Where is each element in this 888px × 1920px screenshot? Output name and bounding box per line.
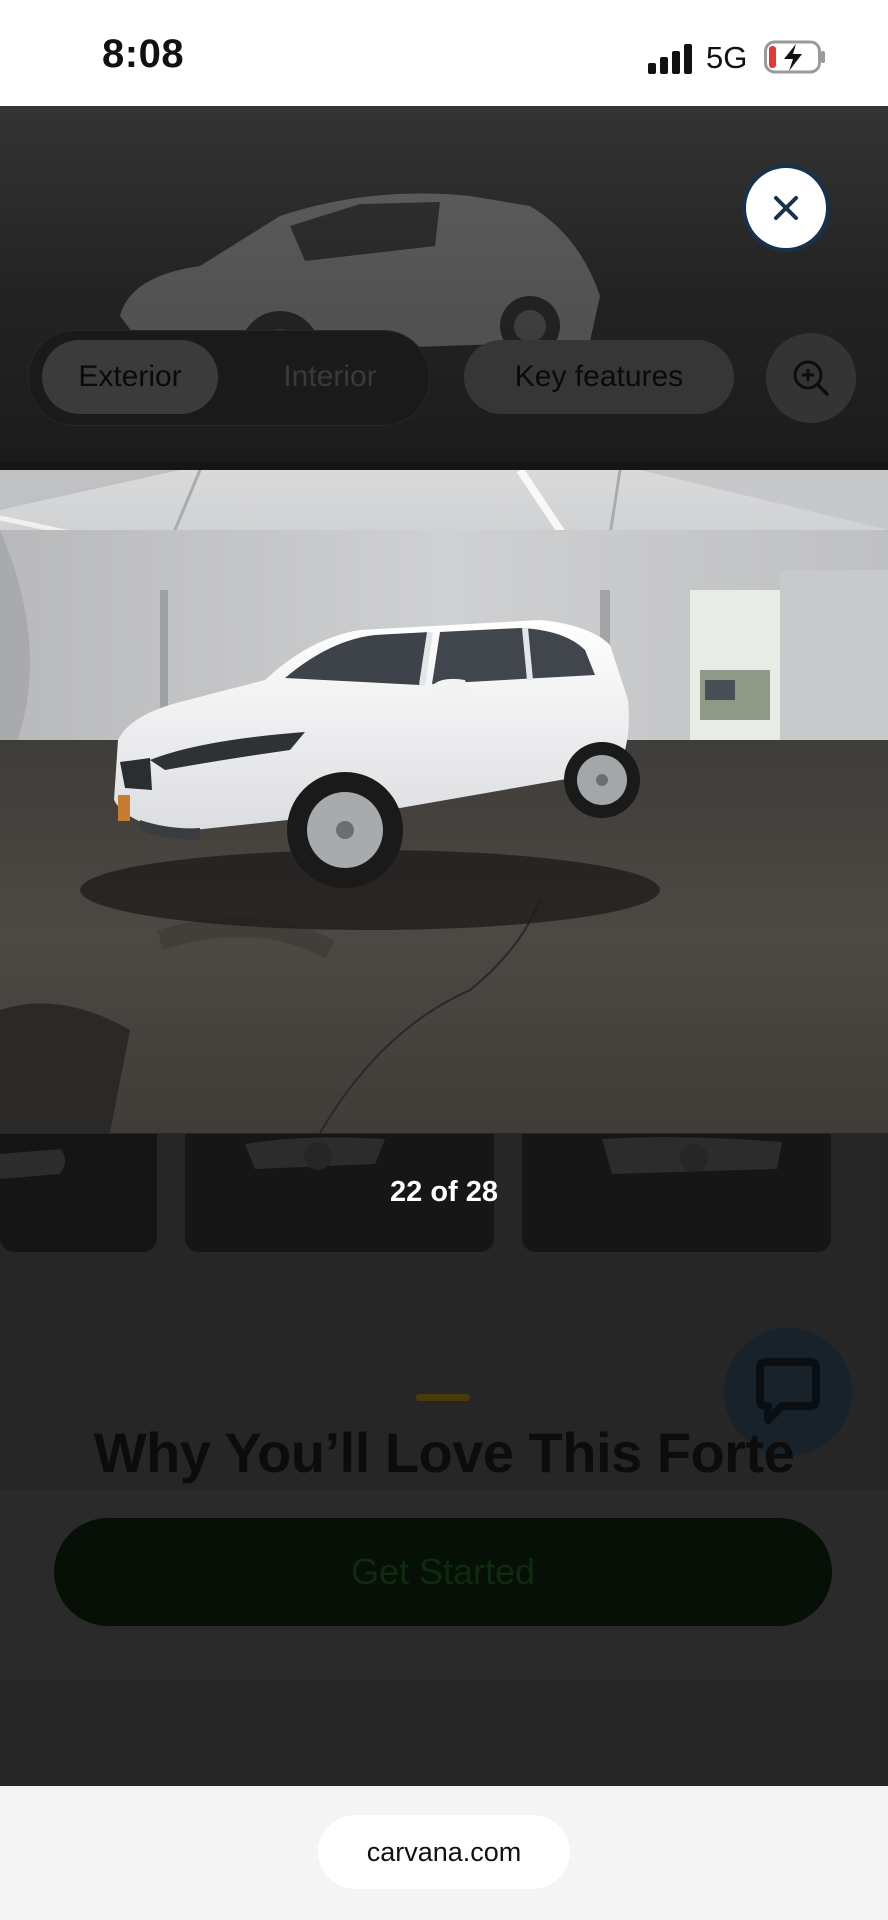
close-gallery-button[interactable]	[742, 164, 830, 252]
zoom-button[interactable]	[766, 333, 856, 423]
get-started-button[interactable]: Get Started	[54, 1518, 832, 1626]
section-accent-line	[416, 1394, 470, 1401]
status-time: 8:08	[102, 32, 185, 76]
zoom-in-icon	[793, 360, 829, 396]
section-title: Why You’ll Love This Forte	[93, 1421, 795, 1484]
address-bar[interactable]: carvana.com	[318, 1815, 570, 1889]
photo-counter: 22 of 28	[390, 1176, 498, 1208]
tab-interior[interactable]: Interior	[240, 340, 420, 414]
status-bar: 8:08 5G	[0, 0, 888, 106]
cellular-signal-icon	[648, 44, 694, 74]
gallery-main-photo[interactable]	[0, 470, 888, 1133]
tab-exterior[interactable]: Exterior	[42, 340, 218, 414]
tab-key-features[interactable]: Key features	[464, 340, 734, 414]
car-photo	[0, 470, 888, 1133]
battery-charging-icon	[764, 40, 825, 74]
close-icon	[774, 196, 798, 220]
network-type: 5G	[706, 40, 748, 75]
